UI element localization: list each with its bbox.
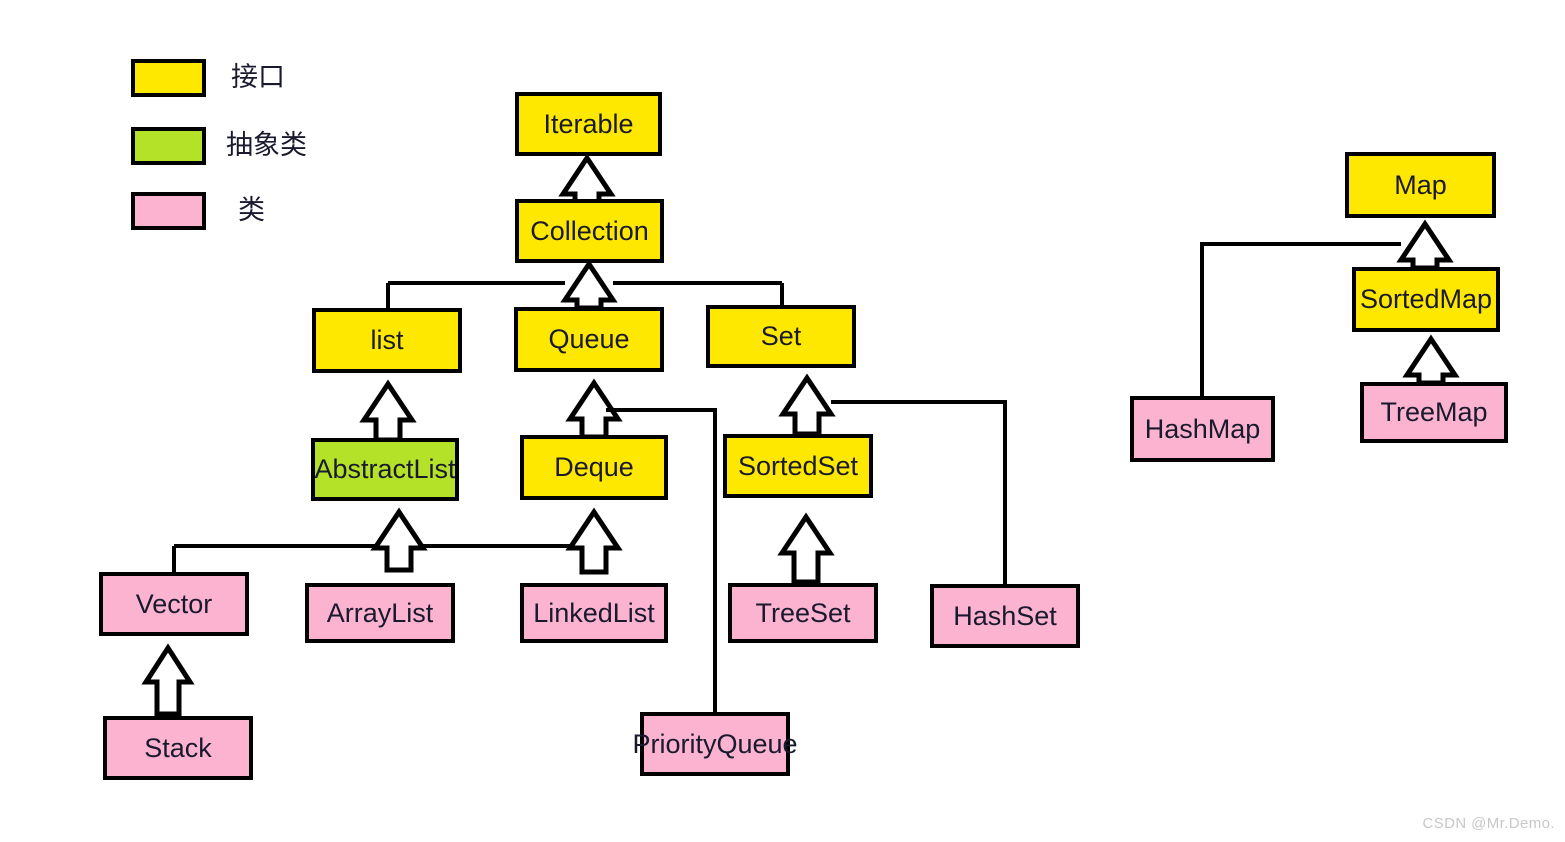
arrow-deque-to-queue	[565, 378, 623, 440]
node-vector-label: Vector	[135, 588, 213, 619]
arrow-treemap-to-sortedmap	[1402, 334, 1460, 386]
legend-label-class: 类	[238, 195, 265, 225]
node-arraylist[interactable]: ArrayList	[305, 583, 455, 643]
node-deque-label: Deque	[554, 452, 634, 482]
legend-swatch-abstract-class	[131, 127, 206, 165]
node-queue[interactable]: Queue	[514, 307, 664, 372]
node-treemap[interactable]: TreeMap	[1360, 382, 1508, 443]
node-sortedmap[interactable]: SortedMap	[1352, 267, 1500, 332]
arrow-treeset-to-sortedset	[777, 512, 835, 585]
node-map[interactable]: Map	[1345, 152, 1496, 218]
node-deque[interactable]: Deque	[520, 435, 668, 500]
node-linkedlist-label: LinkedList	[533, 597, 655, 628]
node-vector[interactable]: Vector	[99, 572, 249, 636]
node-abstractlist-label: AbstractList	[314, 454, 456, 484]
node-priorityqueue[interactable]: PriorityQueue	[632, 712, 798, 776]
node-priorityqueue-label: PriorityQueue	[632, 728, 798, 759]
node-hashset-label: HashSet	[953, 600, 1057, 631]
arrow-abstractlist-children	[370, 507, 428, 573]
legend-swatch-interface	[131, 59, 206, 97]
node-arraylist-label: ArrayList	[326, 597, 434, 628]
node-iterable[interactable]: Iterable	[515, 92, 662, 156]
arrow-collection-children	[560, 259, 618, 311]
node-hashmap[interactable]: HashMap	[1130, 396, 1275, 462]
node-collection-label: Collection	[530, 215, 649, 246]
node-set-label: Set	[760, 321, 802, 351]
node-treeset-label: TreeSet	[755, 597, 851, 628]
node-sortedset-label: SortedSet	[737, 450, 859, 481]
node-iterable-label: Iterable	[543, 108, 634, 139]
legend-label-interface: 接口	[231, 62, 285, 92]
node-sortedset[interactable]: SortedSet	[723, 434, 873, 498]
arrow-sortedset-to-set	[778, 373, 836, 437]
node-stack-label: Stack	[144, 732, 212, 763]
legend-label-abstract-class: 抽象类	[226, 130, 307, 160]
node-treemap-label: TreeMap	[1380, 397, 1488, 427]
node-abstractlist[interactable]: AbstractList	[311, 438, 459, 501]
watermark: CSDN @Mr.Demo.	[1422, 815, 1555, 832]
node-queue-label: Queue	[548, 324, 630, 354]
node-set[interactable]: Set	[706, 305, 856, 368]
node-hashmap-label: HashMap	[1144, 413, 1261, 444]
node-sortedmap-label: SortedMap	[1359, 284, 1493, 314]
legend-swatch-class	[131, 192, 206, 230]
node-stack[interactable]: Stack	[103, 716, 253, 780]
arrow-collection-to-iterable	[558, 153, 616, 207]
node-collection[interactable]: Collection	[515, 199, 664, 263]
node-hashset[interactable]: HashSet	[930, 584, 1080, 648]
arrow-linkedlist-to-deque	[565, 507, 623, 575]
arrow-abstractlist-to-list	[359, 379, 417, 443]
arrow-sortedmap-to-map	[1396, 219, 1454, 271]
node-linkedlist[interactable]: LinkedList	[520, 583, 668, 643]
diagram-canvas: 接口 抽象类 类 Iterable Collection list Queue …	[0, 0, 1565, 842]
node-treeset[interactable]: TreeSet	[728, 583, 878, 643]
node-list-label: list	[370, 325, 404, 355]
arrow-stack-to-vector	[141, 643, 195, 717]
node-map-label: Map	[1394, 169, 1447, 200]
node-list[interactable]: list	[312, 308, 462, 373]
